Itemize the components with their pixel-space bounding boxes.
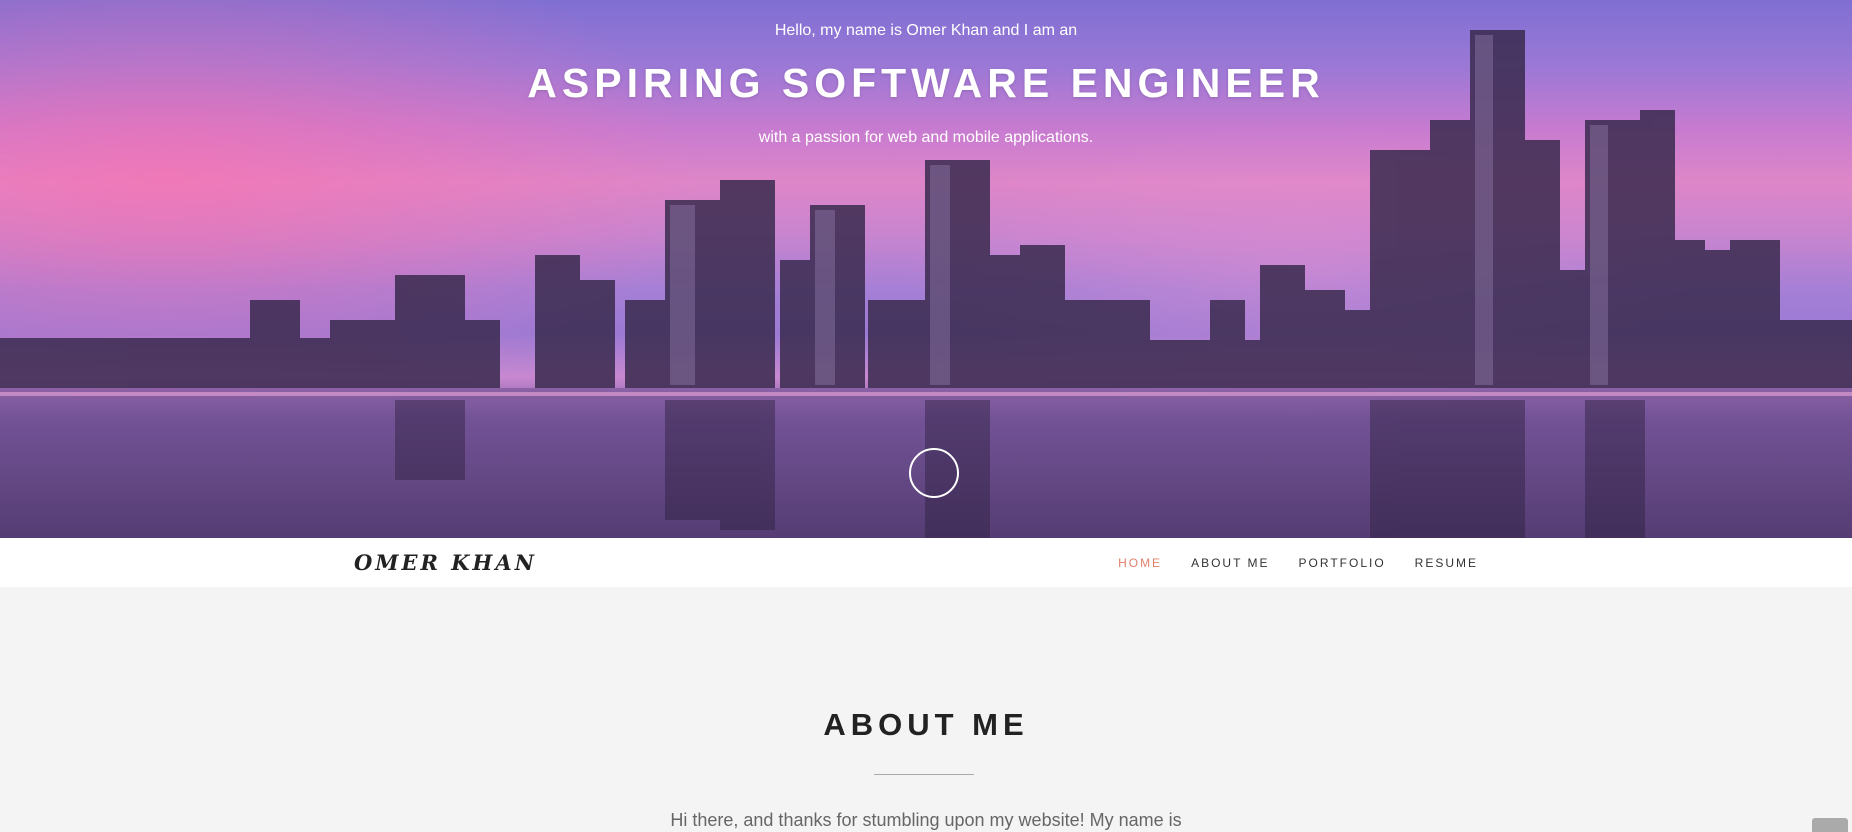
- nav-link-portfolio[interactable]: PORTFOLIO: [1299, 556, 1386, 570]
- hero-title: ASPIRING SOFTWARE ENGINEER: [527, 60, 1325, 106]
- chevron-down-circle-icon: [911, 450, 957, 496]
- hero-intro-text: Hello, my name is Omer Khan and I am an: [774, 22, 1078, 39]
- scroll-to-top-button[interactable]: [1812, 818, 1848, 832]
- nav-link-resume[interactable]: RESUME: [1415, 556, 1478, 570]
- nav-link-home[interactable]: HOME: [1118, 556, 1162, 570]
- brand-logo[interactable]: OMER KHAN: [354, 550, 537, 575]
- about-heading: ABOUT ME: [823, 707, 1029, 742]
- scroll-down-button[interactable]: [909, 448, 959, 498]
- hero-subtitle: with a passion for web and mobile applic…: [758, 129, 1094, 146]
- hero-section: Hello, my name is Omer Khan and I am an …: [0, 0, 1852, 538]
- nav-link-about-me[interactable]: ABOUT ME: [1191, 556, 1269, 570]
- heading-divider: [874, 774, 974, 775]
- navbar: OMER KHAN HOME ABOUT ME PORTFOLIO RESUME: [0, 538, 1852, 587]
- nav-links: HOME ABOUT ME PORTFOLIO RESUME: [1089, 538, 1478, 587]
- about-intro-text: Hi there, and thanks for stumbling upon …: [670, 810, 1182, 830]
